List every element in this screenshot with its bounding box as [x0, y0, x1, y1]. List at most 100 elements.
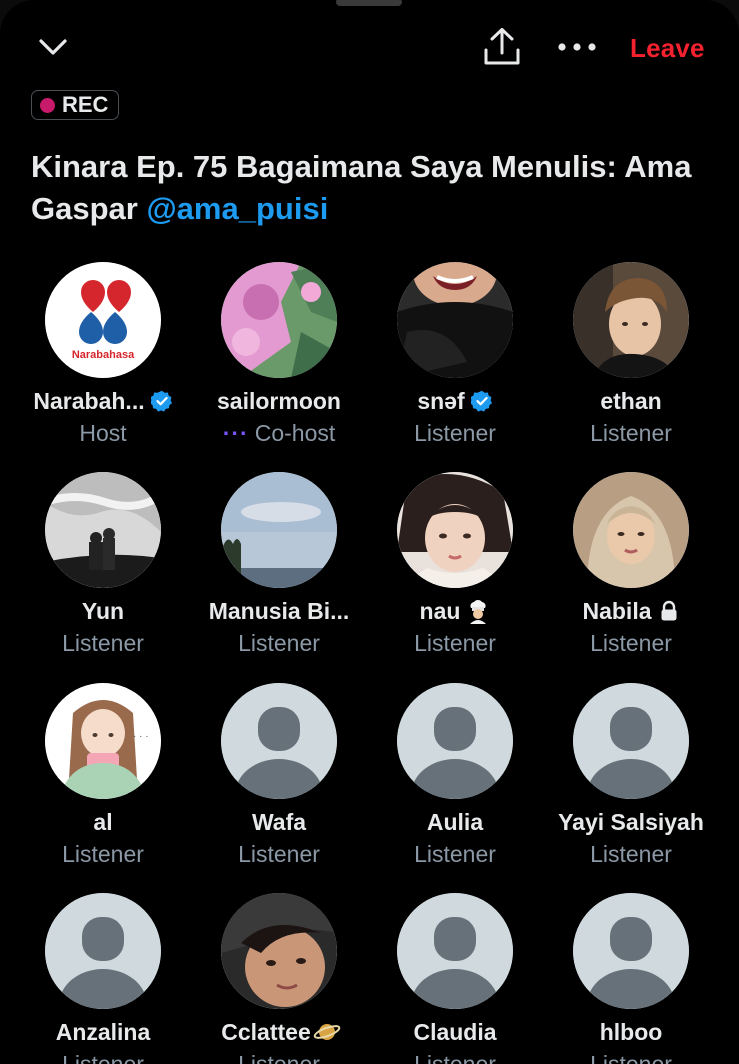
participant-name: Narabah... [33, 387, 145, 414]
participant-name: Cclattee [221, 1018, 311, 1045]
svg-text:· · ·: · · · [133, 731, 149, 742]
participant-card[interactable]: Cclattee Listener [191, 893, 367, 1064]
chevron-down-icon[interactable] [36, 30, 70, 64]
avatar[interactable] [45, 472, 161, 588]
participant-card[interactable]: · · · al Listener [15, 683, 191, 869]
space-title-text: Kinara Ep. 75 Bagaimana Saya Menulis: Am… [31, 149, 692, 226]
avatar[interactable] [221, 683, 337, 799]
participant-role-text: Listener [590, 630, 672, 656]
space-title: Kinara Ep. 75 Bagaimana Saya Menulis: Am… [31, 146, 711, 230]
participant-name: Manusia Bi... [208, 597, 350, 624]
avatar-logo-text: Narabahasa [72, 349, 135, 361]
participant-name-row: Yayi Salsiyah [543, 805, 719, 839]
participant-role-text: Listener [62, 630, 144, 656]
avatar[interactable] [573, 262, 689, 378]
avatar[interactable] [573, 893, 689, 1009]
avatar[interactable] [221, 262, 337, 378]
participant-card[interactable]: Manusia Bi... Listener [191, 472, 367, 658]
participant-card[interactable]: Aulia Listener [367, 683, 543, 869]
participant-name-row: snəf [367, 384, 543, 418]
participant-name: Nabila [582, 597, 652, 624]
participant-role-text: Listener [590, 1051, 672, 1064]
participant-name: Wafa [251, 808, 307, 835]
participant-name-row: nau [367, 594, 543, 628]
participant-role: Listener [367, 418, 543, 448]
participant-card[interactable]: ethan Listener [543, 262, 719, 448]
chef-emoji-icon [466, 598, 490, 624]
participant-role-text: Listener [238, 1051, 320, 1064]
participant-name: ethan [600, 387, 662, 414]
avatar[interactable] [221, 893, 337, 1009]
participant-name: hlboo [599, 1018, 663, 1045]
participant-card[interactable]: Claudia Listener [367, 893, 543, 1064]
more-icon[interactable] [556, 30, 600, 64]
avatar[interactable] [221, 472, 337, 588]
lock-icon [658, 600, 680, 622]
participant-role: Listener [543, 1049, 719, 1064]
participant-role: Listener [543, 839, 719, 869]
participant-card[interactable]: Nabila Listener [543, 472, 719, 658]
participant-name-row: Narabah... [15, 384, 191, 418]
participant-name-row: Cclattee [191, 1015, 367, 1049]
avatar[interactable] [397, 683, 513, 799]
participant-card[interactable]: hlboo Listener [543, 893, 719, 1064]
participant-card[interactable]: snəf Listener [367, 262, 543, 448]
participant-role-text: Listener [414, 841, 496, 867]
leave-button[interactable]: Leave [630, 33, 705, 64]
space-title-mention-link[interactable]: @ama_puisi [146, 191, 328, 226]
participant-name-row: sailormoon [191, 384, 367, 418]
participant-role-text: Listener [414, 1051, 496, 1064]
participant-name-row: Wafa [191, 805, 367, 839]
participant-name: sailormoon [217, 387, 341, 414]
recording-dot-icon [40, 97, 55, 113]
participant-card[interactable]: Narabahasa Narabah... Host [15, 262, 191, 448]
participant-role: Listener [543, 418, 719, 448]
avatar[interactable] [573, 683, 689, 799]
participant-role: Listener [367, 628, 543, 658]
participant-name-row: hlboo [543, 1015, 719, 1049]
participant-name-row: Aulia [367, 805, 543, 839]
participant-name: Yun [81, 597, 125, 624]
participant-role-text: Co-host [254, 420, 336, 446]
avatar[interactable] [573, 472, 689, 588]
participant-role-text: Listener [238, 841, 320, 867]
participant-role-text: Listener [414, 420, 496, 446]
participant-card[interactable]: sailormoon ··· Co-host [191, 262, 367, 448]
participant-card[interactable]: Anzalina Listener [15, 893, 191, 1064]
participant-role: Listener [191, 1049, 367, 1064]
participant-name: al [93, 808, 113, 835]
participant-role-text: Listener [414, 630, 496, 656]
participant-role: Listener [191, 839, 367, 869]
participant-name: snəf [417, 387, 465, 414]
participant-card[interactable]: Yayi Salsiyah Listener [543, 683, 719, 869]
participant-name-row: Manusia Bi... [191, 594, 367, 628]
verified-badge-icon [469, 390, 493, 412]
avatar[interactable] [397, 262, 513, 378]
avatar[interactable] [397, 472, 513, 588]
participant-name-row: Anzalina [15, 1015, 191, 1049]
participant-role-text: Host [79, 420, 127, 446]
participant-name: Yayi Salsiyah [558, 808, 704, 835]
participant-name-row: al [15, 805, 191, 839]
share-icon[interactable] [482, 26, 522, 68]
avatar[interactable]: Narabahasa [45, 262, 161, 378]
avatar[interactable] [45, 893, 161, 1009]
participant-role: Listener [15, 628, 191, 658]
avatar[interactable]: · · · [45, 683, 161, 799]
participant-role: Listener [15, 1049, 191, 1064]
avatar[interactable] [397, 893, 513, 1009]
participant-name: Claudia [413, 1018, 497, 1045]
participant-role: Listener [367, 1049, 543, 1064]
participant-role: Listener [543, 628, 719, 658]
participant-role-text: Listener [590, 841, 672, 867]
participant-name-row: Claudia [367, 1015, 543, 1049]
participant-card[interactable]: Wafa Listener [191, 683, 367, 869]
participant-card[interactable]: Yun Listener [15, 472, 191, 658]
participant-role: Listener [191, 628, 367, 658]
participant-name: Aulia [426, 808, 484, 835]
participant-role: Listener [15, 839, 191, 869]
participant-name-row: Nabila [543, 594, 719, 628]
participant-card[interactable]: nau Listener [367, 472, 543, 658]
participant-role: ··· Co-host [191, 418, 367, 448]
space-sheet: Leave REC Kinara Ep. 75 Bagaimana Saya M… [0, 0, 739, 1064]
